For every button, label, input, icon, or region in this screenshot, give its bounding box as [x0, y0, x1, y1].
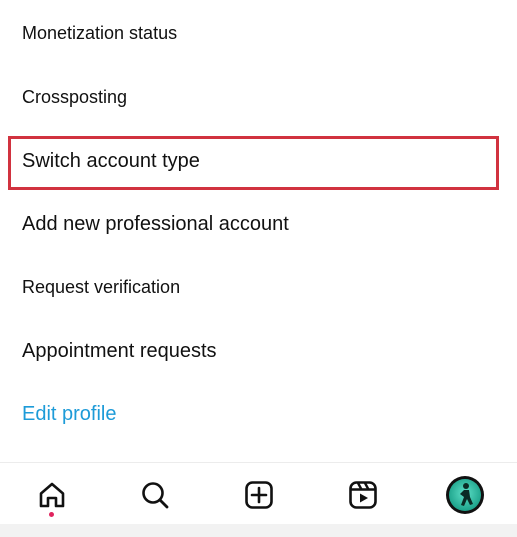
- notification-dot: [49, 512, 54, 517]
- bottom-navigation-bar: [0, 462, 517, 525]
- menu-item-crossposting[interactable]: Crossposting: [22, 87, 127, 108]
- reels-icon[interactable]: [345, 477, 381, 513]
- home-icon[interactable]: [34, 477, 70, 513]
- settings-screen: Monetization status Crossposting Switch …: [0, 0, 517, 537]
- person-silhouette-icon: [460, 483, 473, 506]
- menu-item-add-new-professional-account[interactable]: Add new professional account: [22, 213, 289, 236]
- menu-item-appointment-requests[interactable]: Appointment requests: [22, 340, 217, 363]
- menu-item-monetization-status[interactable]: Monetization status: [22, 23, 177, 44]
- menu-item-request-verification[interactable]: Request verification: [22, 277, 180, 298]
- create-icon[interactable]: [241, 477, 277, 513]
- menu-item-switch-account-type[interactable]: Switch account type: [22, 150, 200, 173]
- profile-avatar[interactable]: [446, 476, 484, 514]
- search-icon[interactable]: [137, 477, 173, 513]
- edit-profile-link[interactable]: Edit profile: [22, 403, 117, 426]
- avatar-image: [449, 479, 481, 511]
- system-bottom-strip: [0, 524, 517, 537]
